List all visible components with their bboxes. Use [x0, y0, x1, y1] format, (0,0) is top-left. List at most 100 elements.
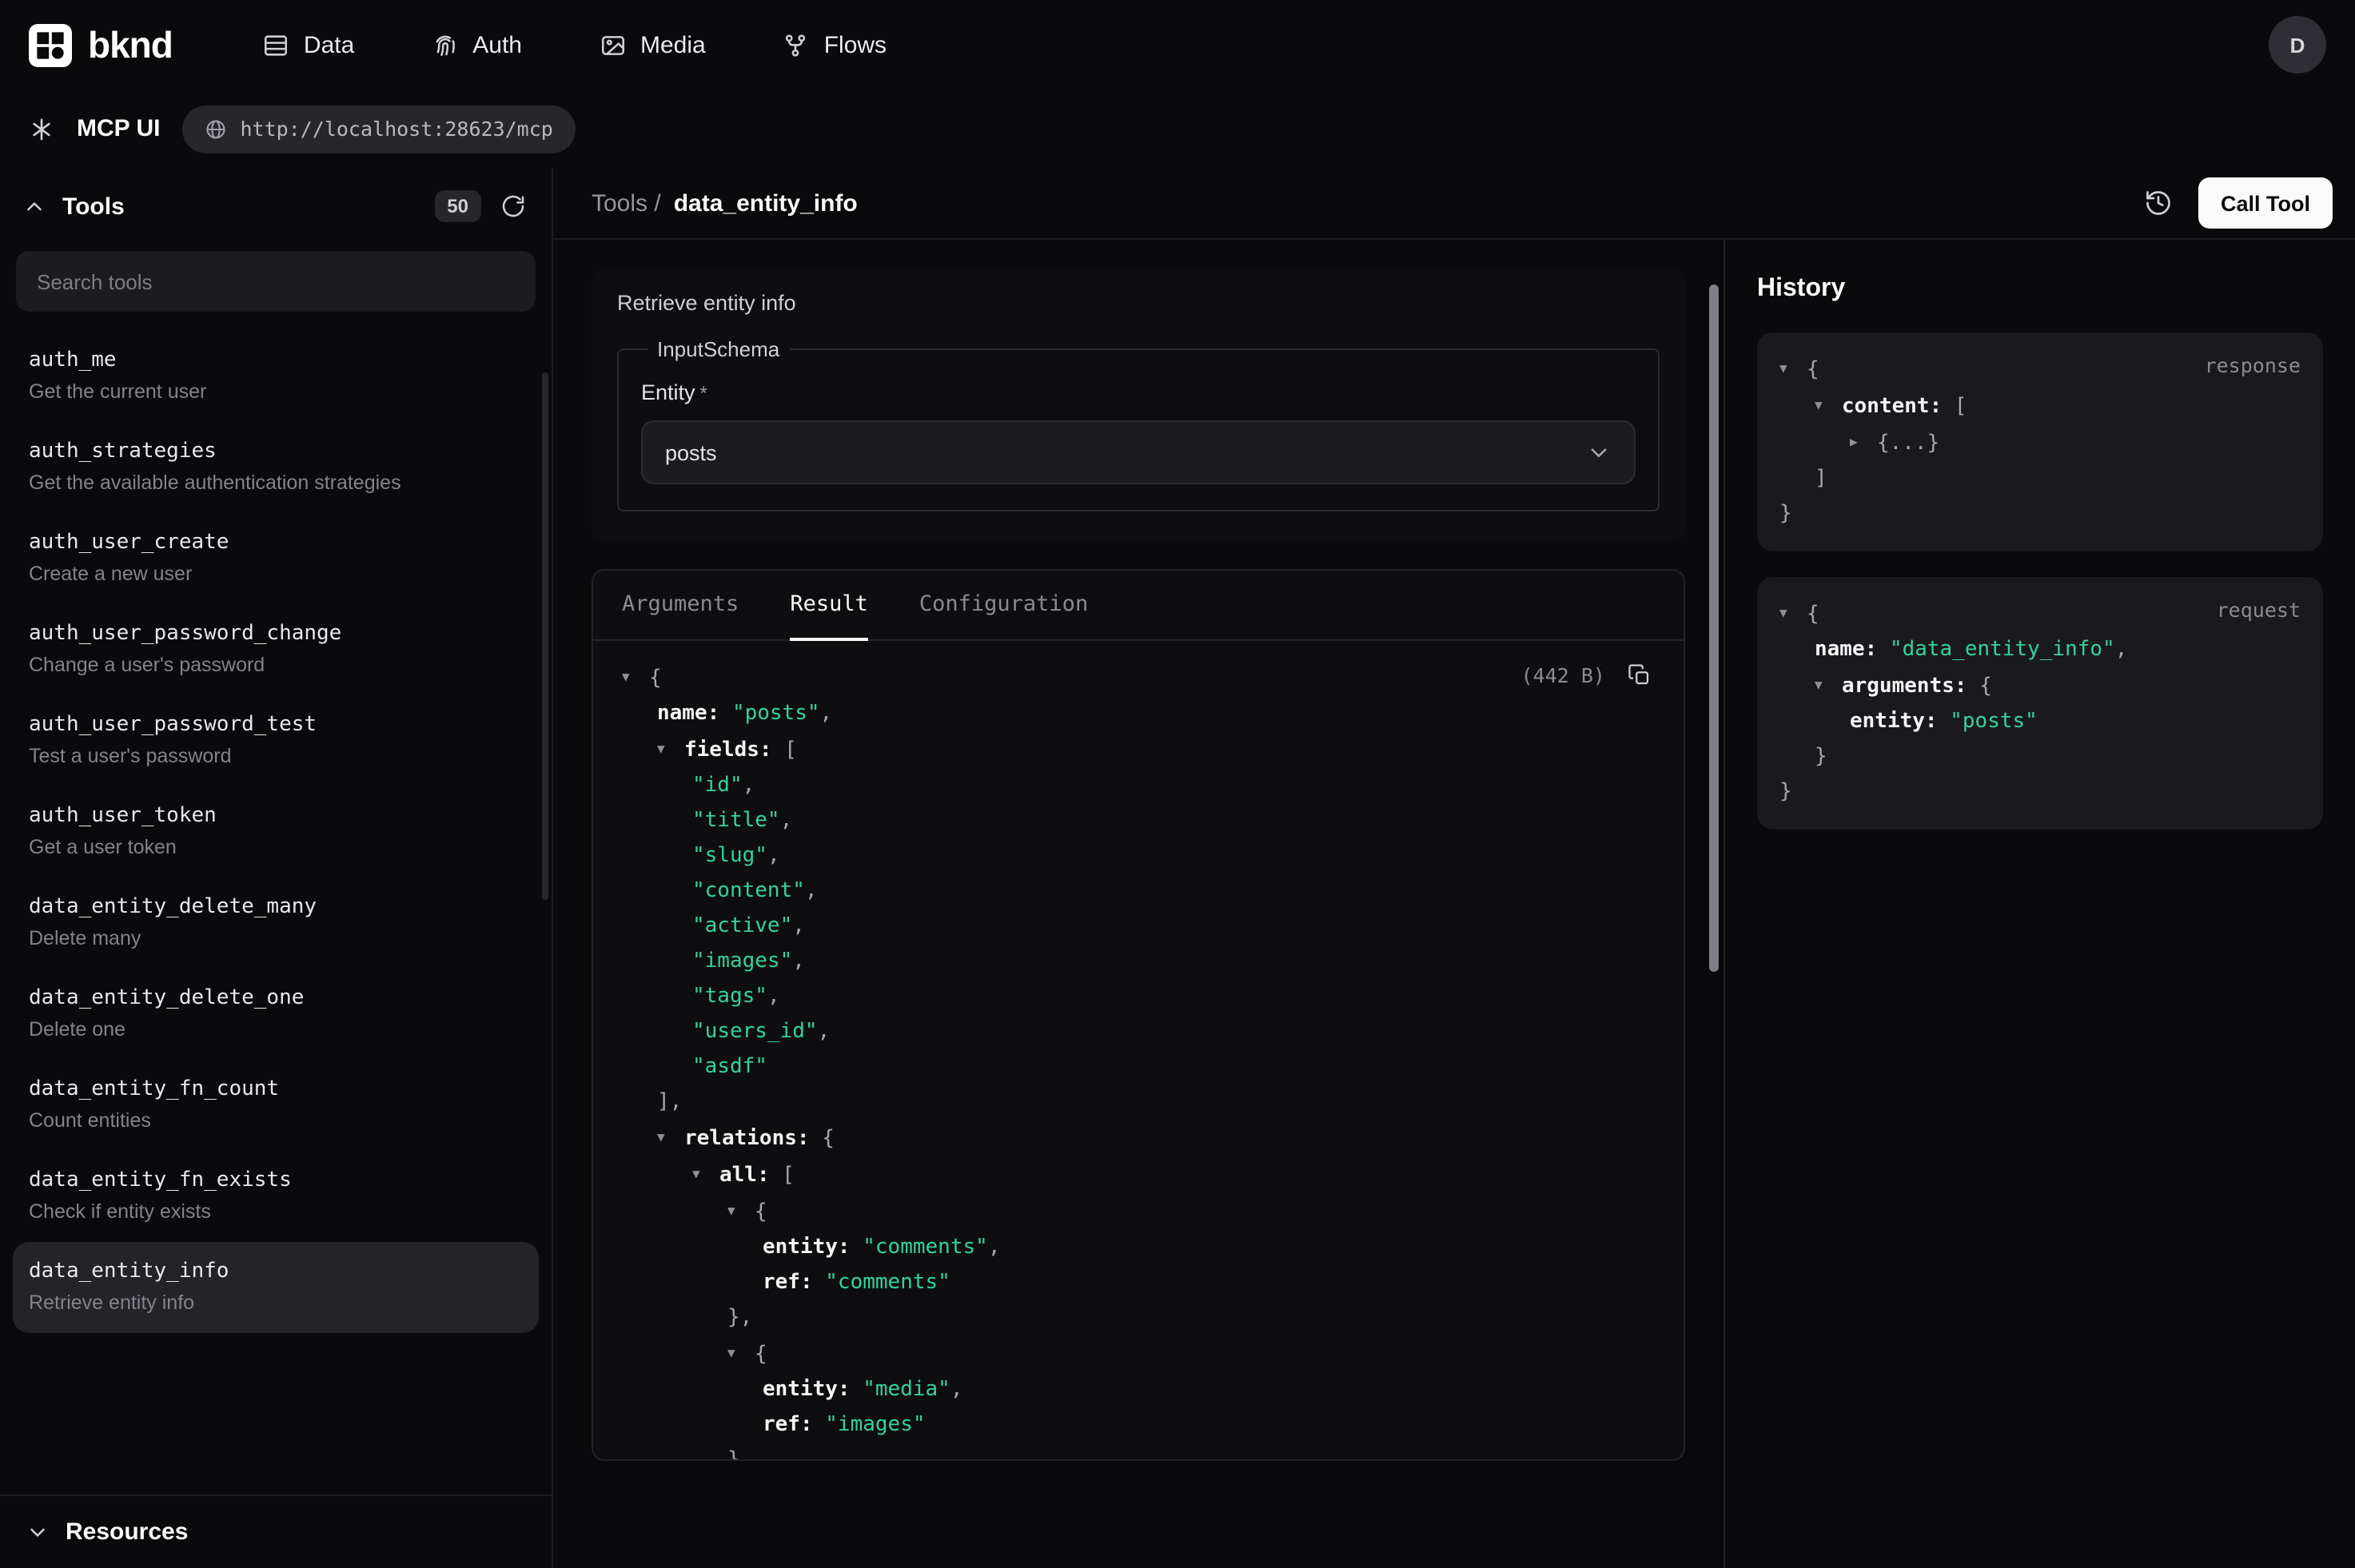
history-entry-type: request	[2217, 598, 2301, 622]
app-root: bknd Data	[0, 0, 2355, 1568]
breadcrumb-tool-name: data_entity_info	[674, 189, 858, 217]
collapse-arrow-icon[interactable]: ▼	[657, 1120, 684, 1156]
collapse-arrow-icon[interactable]: ▼	[1815, 388, 1842, 424]
tool-name: data_entity_delete_one	[29, 986, 523, 1010]
json-line: "images",	[622, 945, 1655, 980]
json-line: entity: "media",	[622, 1373, 1655, 1408]
nav-item-auth[interactable]: Auth	[431, 31, 522, 58]
entity-select[interactable]: posts	[641, 420, 1636, 484]
expand-arrow-icon[interactable]: ▶	[1850, 425, 1877, 460]
nav-items: Data Auth	[262, 31, 2269, 58]
tool-list-item[interactable]: auth_user_createCreate a new user	[13, 513, 539, 604]
collapse-arrow-icon[interactable]: ▼	[727, 1194, 755, 1229]
copy-icon	[1628, 663, 1652, 687]
mcp-logo-icon	[29, 116, 54, 141]
call-tool-button[interactable]: Call Tool	[2198, 177, 2333, 229]
nav-item-flows[interactable]: Flows	[783, 31, 887, 58]
input-schema-legend: InputSchema	[648, 337, 789, 361]
tool-list-item[interactable]: auth_user_token Get a user token	[13, 786, 539, 878]
collapse-arrow-icon[interactable]: ▼	[692, 1157, 719, 1192]
top-navbar: bknd Data	[0, 0, 2355, 90]
tool-list-item[interactable]: data_entity_delete_manyDelete many	[13, 878, 539, 969]
tool-name: auth_user_password_test	[29, 713, 523, 737]
tool-list-item[interactable]: auth_strategiesGet the available authent…	[13, 422, 539, 513]
tool-name: auth_strategies	[29, 440, 523, 464]
nav-item-data[interactable]: Data	[262, 31, 354, 58]
page-body: Tools 50 auth_meGet the current userauth…	[0, 168, 2355, 1568]
resources-section-header[interactable]: Resources	[0, 1494, 552, 1568]
breadcrumb: Tools /	[592, 189, 661, 217]
chevron-up-icon[interactable]	[22, 194, 46, 218]
result-card: Arguments Result Configuration (442 B)	[592, 569, 1685, 1461]
json-line: entity: "comments",	[622, 1231, 1655, 1266]
tool-description: Count entities	[29, 1109, 523, 1132]
sidebar-scrollbar[interactable]	[542, 372, 548, 900]
collapse-arrow-icon[interactable]: ▼	[727, 1336, 755, 1371]
tool-list-item[interactable]: data_entity_fn_existsCheck if entity exi…	[13, 1151, 539, 1242]
result-json-tree: ▼{name: "posts",▼fields: ["id","title","…	[622, 660, 1655, 1459]
brand[interactable]: bknd	[29, 23, 173, 66]
json-line: ],	[622, 1085, 1655, 1120]
page-title: MCP UI	[77, 115, 160, 142]
mcp-url-pill[interactable]: http://localhost:28623/mcp	[182, 105, 575, 153]
tab-configuration[interactable]: Configuration	[919, 571, 1088, 641]
tool-description: Get a user token	[29, 836, 523, 858]
search-tools-input[interactable]	[16, 251, 536, 312]
json-line: "asdf"	[622, 1050, 1655, 1085]
collapse-arrow-icon[interactable]: ▼	[622, 660, 649, 695]
tool-list-item[interactable]: auth_meGet the current user	[13, 331, 539, 422]
json-line: "users_id",	[622, 1015, 1655, 1050]
nav-item-label: Flows	[824, 31, 887, 58]
chevron-down-icon[interactable]	[26, 1520, 50, 1544]
history-button[interactable]	[2141, 185, 2176, 221]
refresh-tools-button[interactable]	[497, 190, 529, 222]
json-line: ▼{	[622, 1336, 1655, 1373]
json-line: ref: "comments"	[622, 1266, 1655, 1301]
user-avatar[interactable]: D	[2269, 16, 2326, 74]
collapse-arrow-icon[interactable]: ▼	[657, 732, 684, 767]
main-scrollbar[interactable]	[1709, 285, 1719, 972]
history-panel: History response▼{▼content: [▶{...}]}req…	[1723, 240, 2355, 1568]
input-schema-fieldset: InputSchema Entity* posts	[617, 337, 1660, 511]
collapse-arrow-icon[interactable]: ▼	[1779, 596, 1807, 631]
nav-item-media[interactable]: Media	[599, 31, 706, 58]
tool-name: data_entity_delete_many	[29, 895, 523, 919]
json-line: "content",	[622, 874, 1655, 909]
tool-list-item[interactable]: auth_user_password_testTest a user's pas…	[13, 695, 539, 786]
history-entry[interactable]: request▼{name: "data_entity_info",▼argum…	[1757, 577, 2323, 830]
result-size: (442 B)	[1521, 663, 1605, 687]
tools-section-title: Tools	[62, 193, 418, 220]
tool-list-item[interactable]: auth_user_password_changeChange a user's…	[13, 604, 539, 695]
collapse-arrow-icon[interactable]: ▼	[1779, 352, 1807, 387]
tab-result[interactable]: Result	[790, 571, 868, 641]
json-line: },	[622, 1443, 1655, 1459]
tool-name: auth_me	[29, 348, 523, 372]
tool-list-item[interactable]: data_entity_infoRetrieve entity info	[13, 1242, 539, 1333]
tool-name: auth_user_token	[29, 804, 523, 828]
tool-list-item[interactable]: data_entity_fn_countCount entities	[13, 1060, 539, 1151]
json-line: ▼content: [	[1779, 388, 2301, 425]
nav-item-label: Data	[304, 31, 354, 58]
json-line: "title",	[622, 804, 1655, 839]
collapse-arrow-icon[interactable]: ▼	[1815, 668, 1842, 703]
tab-arguments[interactable]: Arguments	[622, 571, 739, 641]
json-line: "slug",	[622, 839, 1655, 874]
tools-count-badge: 50	[434, 190, 481, 222]
json-line: }	[1779, 775, 2301, 810]
copy-button[interactable]	[1624, 660, 1655, 690]
brand-name: bknd	[88, 23, 173, 66]
result-meta: (442 B)	[1521, 660, 1655, 690]
history-entry[interactable]: response▼{▼content: [▶{...}]}	[1757, 332, 2323, 551]
media-icon	[599, 31, 626, 58]
json-line: ▼{	[622, 1194, 1655, 1231]
json-line: },	[622, 1301, 1655, 1336]
subheader: MCP UI http://localhost:28623/mcp	[0, 90, 2355, 168]
tool-list-item[interactable]: data_entity_delete_oneDelete one	[13, 969, 539, 1060]
json-line: "tags",	[622, 980, 1655, 1015]
data-icon	[262, 31, 289, 58]
main-body: Retrieve entity info InputSchema Entity*…	[553, 240, 2355, 1568]
tool-list: auth_meGet the current userauth_strategi…	[0, 324, 552, 1494]
tools-section-header[interactable]: Tools 50	[0, 168, 552, 245]
tool-name: data_entity_fn_exists	[29, 1168, 523, 1192]
json-line: ▼relations: {	[622, 1120, 1655, 1157]
